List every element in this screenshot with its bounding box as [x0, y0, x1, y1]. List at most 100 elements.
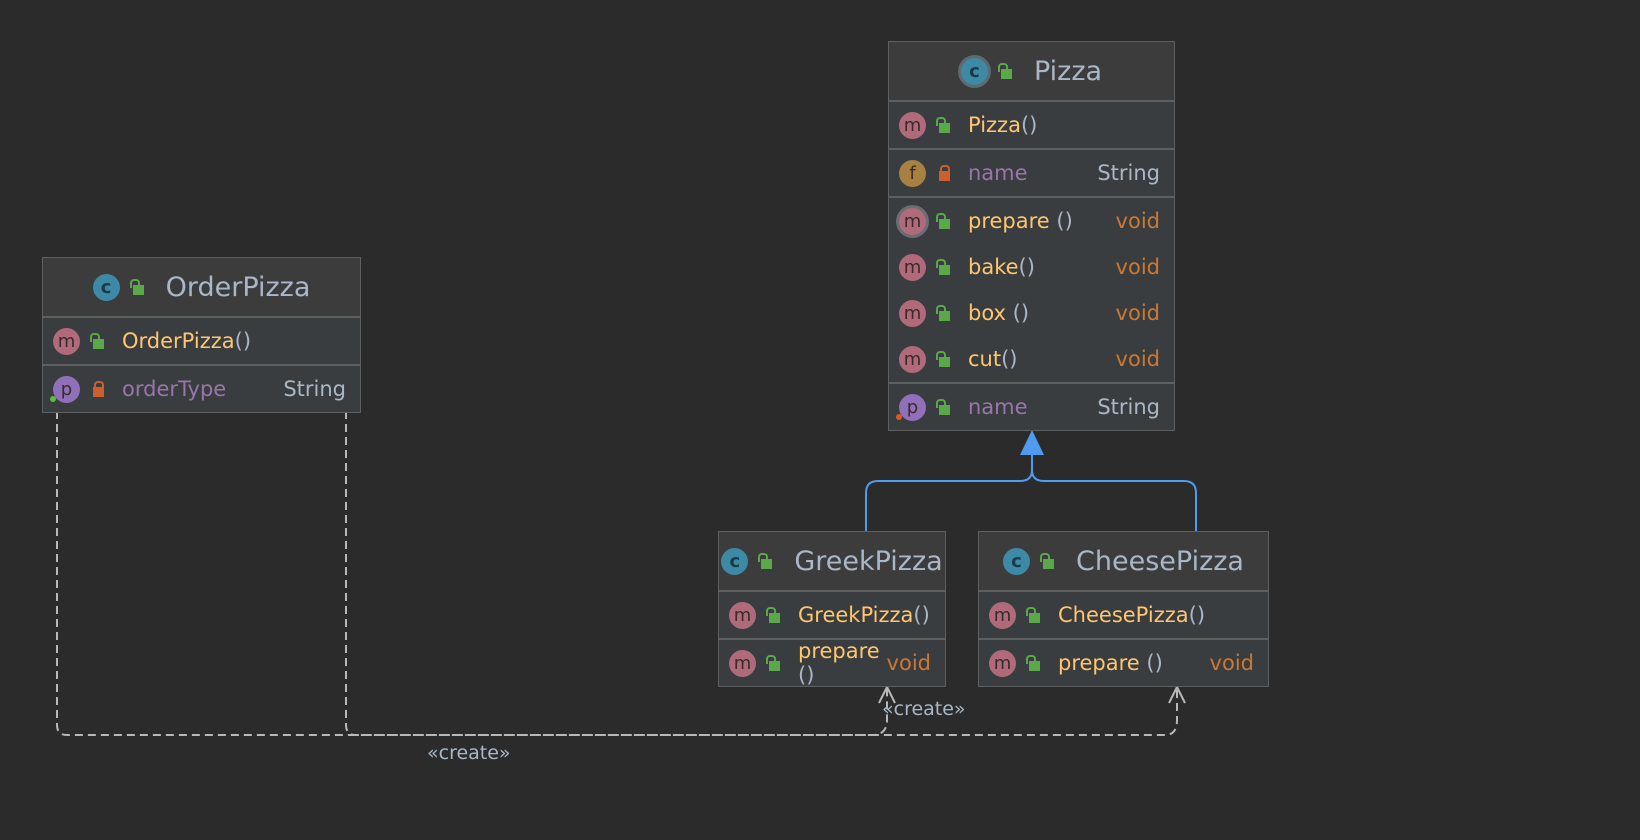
class-name: GreekPizza: [794, 545, 943, 577]
method-type: void: [1115, 209, 1160, 233]
constructors-section: m CheesePizza(): [979, 592, 1268, 640]
constructors-section: m Pizza(): [889, 102, 1174, 150]
method-type: void: [1115, 255, 1160, 279]
parens: (): [1020, 113, 1038, 137]
method-icon: m: [729, 601, 756, 629]
property-row[interactable]: p name String: [889, 384, 1174, 430]
public-lock-icon: [758, 551, 774, 571]
properties-section: p orderType String: [43, 366, 360, 412]
public-lock-icon: [1026, 605, 1042, 625]
constructor-name: OrderPizza: [122, 329, 235, 353]
property-type: String: [283, 377, 346, 401]
parens: (): [1012, 301, 1030, 325]
method-name: prepare: [798, 639, 880, 663]
class-cheese-pizza[interactable]: c CheesePizza m CheesePizza() m prepare …: [978, 531, 1269, 687]
constructor-row[interactable]: m OrderPizza(): [43, 318, 360, 364]
constructor-name: CheesePizza: [1058, 603, 1189, 627]
method-row[interactable]: m prepare () void: [719, 639, 945, 687]
public-lock-icon: [936, 397, 952, 417]
public-lock-icon: [936, 303, 952, 323]
property-row[interactable]: p orderType String: [43, 366, 360, 412]
inheritance-edge: [865, 455, 1197, 531]
method-icon: m: [899, 111, 926, 139]
constructor-name: Pizza: [968, 113, 1021, 137]
field-row[interactable]: f name String: [889, 150, 1174, 196]
public-lock-icon: [766, 605, 782, 625]
method-row[interactable]: m box () void: [889, 290, 1174, 336]
method-row[interactable]: m prepare () void: [889, 198, 1174, 244]
method-type: void: [1115, 347, 1160, 371]
class-header: c Pizza: [889, 42, 1174, 102]
method-row[interactable]: m prepare () void: [979, 640, 1268, 686]
private-lock-icon: [936, 163, 952, 183]
class-name: CheesePizza: [1076, 545, 1244, 577]
public-lock-icon: [936, 115, 952, 135]
property-type: String: [1097, 395, 1160, 419]
properties-section: p name String: [889, 384, 1174, 430]
method-icon: m: [989, 649, 1016, 677]
inheritance-arrowhead: [1020, 430, 1044, 455]
method-row[interactable]: m cut() void: [889, 336, 1174, 382]
method-type: void: [1115, 301, 1160, 325]
parens: (): [913, 603, 930, 627]
constructors-section: m OrderPizza(): [43, 318, 360, 366]
method-icon: m: [989, 601, 1016, 629]
public-lock-icon: [936, 211, 952, 231]
public-lock-icon: [936, 349, 952, 369]
method-name: cut: [968, 347, 1002, 371]
property-icon: p: [896, 393, 926, 421]
public-lock-icon: [129, 277, 146, 297]
public-lock-icon: [1026, 653, 1042, 673]
class-greek-pizza[interactable]: c GreekPizza m GreekPizza() m prepare ()…: [718, 531, 946, 687]
method-name: prepare: [1058, 651, 1140, 675]
fields-section: f name String: [889, 150, 1174, 198]
method-name: prepare: [968, 209, 1050, 233]
abstract-method-icon: m: [899, 207, 926, 235]
method-name: box: [968, 301, 1006, 325]
class-header: c CheesePizza: [979, 532, 1268, 592]
class-icon: c: [92, 273, 120, 301]
parens: (): [1146, 651, 1163, 675]
methods-section: m prepare () void: [719, 639, 945, 687]
method-type: void: [886, 651, 931, 675]
create-label: «create»: [882, 698, 966, 720]
method-icon: m: [899, 345, 926, 373]
methods-section: m prepare () void m bake() void m box ()…: [889, 198, 1174, 384]
method-type: void: [1209, 651, 1254, 675]
constructor-row[interactable]: m CheesePizza(): [979, 592, 1268, 638]
parens: (): [1018, 255, 1035, 279]
constructor-name: GreekPizza: [798, 603, 914, 627]
parens: (): [234, 329, 252, 353]
parens: (): [1188, 603, 1206, 627]
class-order-pizza[interactable]: c OrderPizza m OrderPizza() p orderType …: [42, 257, 361, 413]
property-name: orderType: [122, 377, 227, 401]
class-header: c OrderPizza: [43, 258, 360, 318]
methods-section: m prepare () void: [979, 640, 1268, 686]
create-label: «create»: [427, 742, 511, 764]
public-lock-icon: [1040, 551, 1056, 571]
field-icon: f: [899, 159, 926, 187]
method-icon: m: [899, 299, 926, 327]
field-name: name: [968, 161, 1028, 185]
public-lock-icon: [90, 331, 106, 351]
public-lock-icon: [936, 257, 952, 277]
constructor-row[interactable]: m GreekPizza(): [719, 592, 945, 638]
public-lock-icon: [766, 653, 782, 673]
method-name: bake: [968, 255, 1019, 279]
parens: (): [798, 663, 815, 687]
public-lock-icon: [997, 61, 1014, 81]
field-type: String: [1097, 161, 1160, 185]
constructors-section: m GreekPizza(): [719, 592, 945, 640]
method-icon: m: [53, 327, 80, 355]
property-name: name: [968, 395, 1028, 419]
class-name: Pizza: [1033, 55, 1103, 87]
property-icon: p: [50, 375, 80, 403]
class-pizza[interactable]: c Pizza m Pizza() f name String m prepar…: [888, 41, 1175, 431]
method-row[interactable]: m bake() void: [889, 244, 1174, 290]
method-icon: m: [729, 649, 756, 677]
class-icon: c: [960, 57, 988, 85]
class-name: OrderPizza: [165, 271, 311, 303]
class-icon: c: [1003, 547, 1031, 575]
parens: (): [1001, 347, 1018, 371]
constructor-row[interactable]: m Pizza(): [889, 102, 1174, 148]
